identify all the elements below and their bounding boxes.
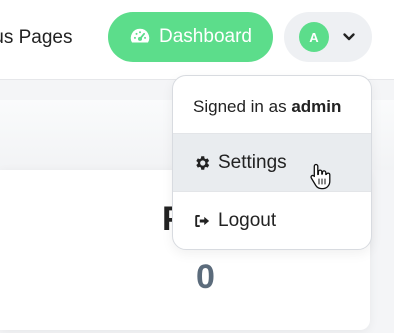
username: admin xyxy=(291,97,342,116)
stat-card-value: 0 xyxy=(196,258,215,296)
hand-pointer-cursor-icon xyxy=(309,162,331,190)
top-navbar: tus Pages Dashboard A xyxy=(0,0,394,80)
settings-menu-item[interactable]: Settings xyxy=(173,134,371,191)
dashboard-button[interactable]: Dashboard xyxy=(108,12,273,62)
gear-icon xyxy=(193,154,211,172)
profile-dropdown-menu: Signed in as admin Settings Logout xyxy=(172,75,372,250)
chevron-down-icon xyxy=(342,30,356,44)
signed-in-text: Signed in as admin xyxy=(193,97,342,116)
profile-menu-button[interactable]: A xyxy=(284,12,372,62)
dashboard-label: Dashboard xyxy=(159,26,252,47)
logout-icon xyxy=(193,212,211,230)
gauge-icon xyxy=(129,26,151,48)
avatar: A xyxy=(299,22,329,52)
settings-label: Settings xyxy=(218,151,287,173)
logout-label: Logout xyxy=(218,209,277,231)
logout-menu-item[interactable]: Logout xyxy=(173,192,371,249)
status-pages-link[interactable]: tus Pages xyxy=(0,27,73,49)
